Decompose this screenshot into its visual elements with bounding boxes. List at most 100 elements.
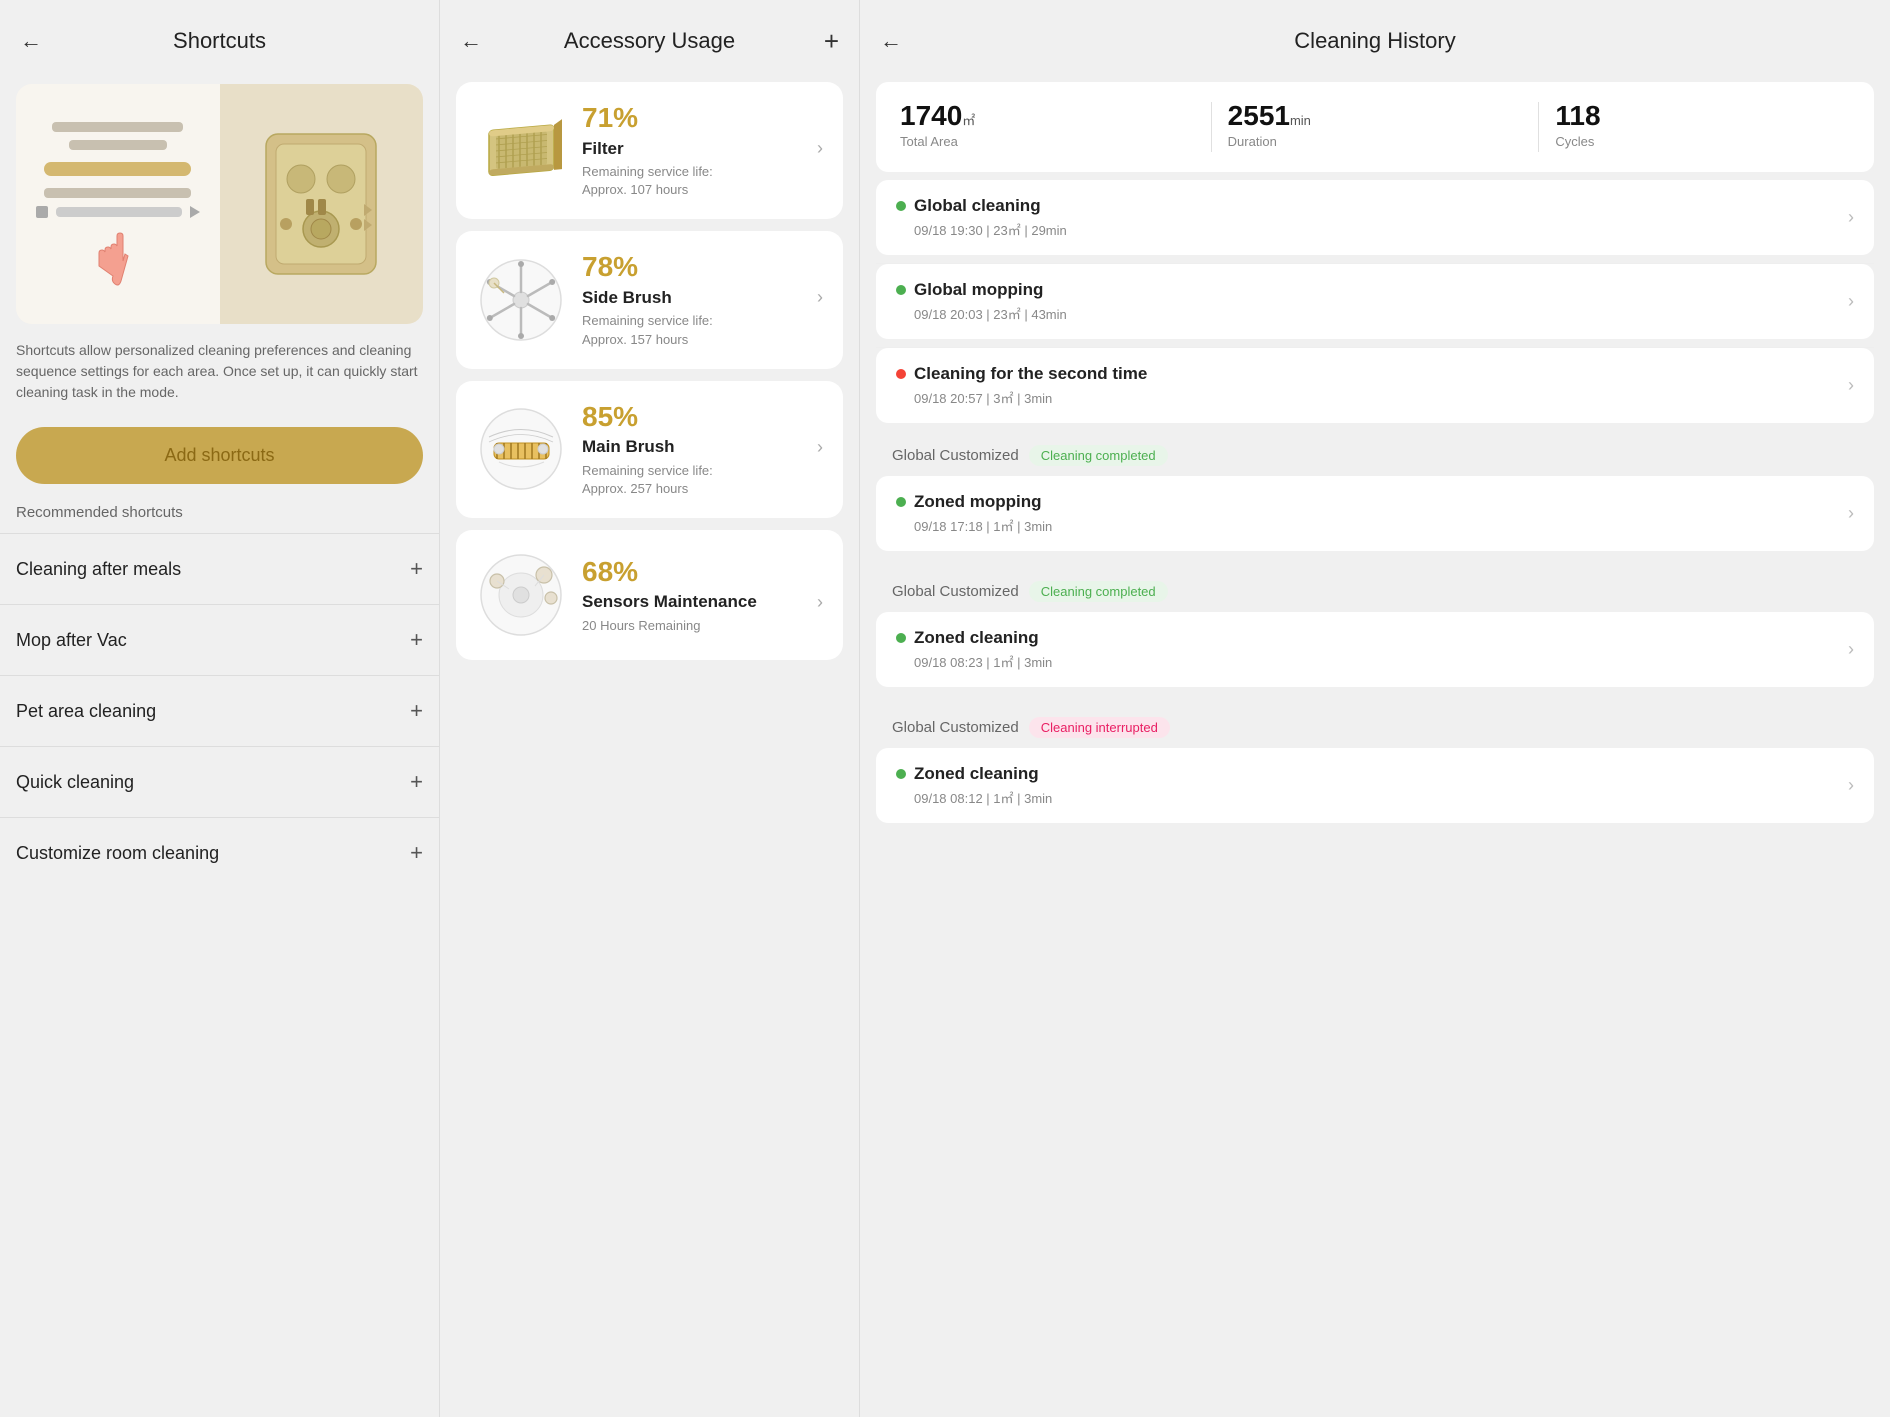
mock-icon-1 <box>36 206 48 218</box>
filter-icon <box>479 116 564 186</box>
cycles-value: 118 <box>1555 102 1850 130</box>
accessory-add-button[interactable]: + <box>824 26 839 57</box>
shortcuts-panel: ← Shortcuts <box>0 0 440 1417</box>
accessory-chevron-icon: › <box>817 592 823 613</box>
mock-bar-3 <box>44 188 191 198</box>
mock-control-row <box>36 206 200 218</box>
history-card-content: Zoned cleaning 09/18 08:23 | 1㎡ | 3min <box>896 628 1052 671</box>
total-area-value: 1740㎡ <box>900 102 1195 130</box>
add-shortcuts-button[interactable]: Add shortcuts <box>16 427 423 484</box>
shortcuts-illustration-left <box>16 84 220 324</box>
group-badge: Cleaning interrupted <box>1029 717 1170 738</box>
history-entry-meta: 09/18 19:30 | 23㎡ | 29min <box>896 220 1067 239</box>
accessory-info-side-brush: 78% Side Brush › Remaining service life:… <box>582 251 823 348</box>
history-entry-name: Zoned cleaning <box>914 764 1039 784</box>
accessory-description: Remaining service life:Approx. 257 hours <box>582 462 823 498</box>
stat-divider-2 <box>1538 102 1539 152</box>
mock-bar-1 <box>52 122 183 132</box>
accessory-name-row: Sensors Maintenance › <box>582 592 823 613</box>
history-card-content: Global cleaning 09/18 19:30 | 23㎡ | 29mi… <box>896 196 1067 239</box>
history-entry-name: Zoned mopping <box>914 492 1041 512</box>
history-panel: ← Cleaning History 1740㎡ Total Area 2551… <box>860 0 1890 1417</box>
shortcut-add-icon: + <box>410 698 423 724</box>
accessory-name-row: Side Brush › <box>582 287 823 308</box>
total-area-stat: 1740㎡ Total Area <box>900 102 1195 149</box>
history-group-header: Global Customized Cleaning completed <box>876 567 1874 612</box>
history-chevron-icon: › <box>1848 775 1854 796</box>
accessory-name-row: Filter › <box>582 138 823 159</box>
history-item[interactable]: Global mopping 09/18 20:03 | 23㎡ | 43min… <box>876 264 1874 339</box>
accessory-desc: Remaining service life:Approx. 157 hours <box>582 313 713 346</box>
shortcut-label: Pet area cleaning <box>16 701 156 722</box>
shortcut-label: Mop after Vac <box>16 630 127 651</box>
history-group-header: Global Customized Cleaning completed <box>876 431 1874 476</box>
history-back-button[interactable]: ← <box>880 28 902 54</box>
history-item[interactable]: Cleaning for the second time 09/18 20:57… <box>876 348 1874 423</box>
play-icon <box>190 206 200 218</box>
history-entry-meta: 09/18 08:23 | 1㎡ | 3min <box>896 652 1052 671</box>
mainbrush-icon <box>479 407 564 492</box>
history-card-content: Zoned cleaning 09/18 08:12 | 1㎡ | 3min <box>896 764 1052 807</box>
history-chevron-icon: › <box>1848 207 1854 228</box>
shortcut-add-icon: + <box>410 769 423 795</box>
accessory-desc: 20 Hours Remaining <box>582 618 701 633</box>
mock-highlight <box>44 162 191 176</box>
accessory-name: Main Brush <box>582 437 675 457</box>
shortcut-add-icon: + <box>410 840 423 866</box>
history-group-header: Global Customized Cleaning interrupted <box>876 703 1874 748</box>
accessory-card-sensors[interactable]: 68% Sensors Maintenance › 20 Hours Remai… <box>456 530 843 660</box>
status-dot <box>896 769 906 779</box>
history-item[interactable]: Zoned cleaning 09/18 08:12 | 1㎡ | 3min › <box>876 748 1874 823</box>
history-title-row: Zoned mopping <box>896 492 1052 512</box>
history-group-group-customized-3: Global Customized Cleaning interrupted Z… <box>876 703 1874 831</box>
history-item[interactable]: Zoned cleaning 09/18 08:23 | 1㎡ | 3min › <box>876 612 1874 687</box>
history-chevron-icon: › <box>1848 291 1854 312</box>
accessory-description: 20 Hours Remaining <box>582 617 823 635</box>
shortcuts-back-button[interactable]: ← <box>20 28 42 54</box>
accessory-card-side-brush[interactable]: 78% Side Brush › Remaining service life:… <box>456 231 843 368</box>
accessory-card-main-brush[interactable]: 85% Main Brush › Remaining service life:… <box>456 381 843 518</box>
accessory-list: 71% Filter › Remaining service life:Appr… <box>440 74 859 668</box>
history-item[interactable]: Zoned mopping 09/18 17:18 | 1㎡ | 3min › <box>876 476 1874 551</box>
hand-pointer-icon <box>93 226 143 286</box>
history-card-content: Zoned mopping 09/18 17:18 | 1㎡ | 3min <box>896 492 1052 535</box>
shortcut-item-customize-room-cleaning[interactable]: Customize room cleaning + <box>0 817 439 888</box>
shortcut-item-quick-cleaning[interactable]: Quick cleaning + <box>0 746 439 817</box>
history-group-group-customized-1: Global Customized Cleaning completed Zon… <box>876 431 1874 559</box>
shortcut-item-mop-after-vac[interactable]: Mop after Vac + <box>0 604 439 675</box>
accessory-card-filter[interactable]: 71% Filter › Remaining service life:Appr… <box>456 82 843 219</box>
accessory-desc: Remaining service life:Approx. 257 hours <box>582 463 713 496</box>
group-badge: Cleaning completed <box>1029 581 1168 602</box>
duration-stat: 2551min Duration <box>1228 102 1523 149</box>
history-title-row: Zoned cleaning <box>896 764 1052 784</box>
history-entry-name: Global cleaning <box>914 196 1041 216</box>
shortcut-item-cleaning-after-meals[interactable]: Cleaning after meals + <box>0 533 439 604</box>
status-dot <box>896 633 906 643</box>
history-entry-meta: 09/18 20:03 | 23㎡ | 43min <box>896 304 1067 323</box>
history-card-content: Cleaning for the second time 09/18 20:57… <box>896 364 1147 407</box>
accessory-name: Side Brush <box>582 288 672 308</box>
history-entry-name: Cleaning for the second time <box>914 364 1147 384</box>
duration-value: 2551min <box>1228 102 1523 130</box>
accessory-icon-main-brush <box>476 404 566 494</box>
shortcut-label: Quick cleaning <box>16 772 134 793</box>
mock-bar-2 <box>69 140 167 150</box>
accessory-panel: ← Accessory Usage + 71% Filter › Remaini… <box>440 0 860 1417</box>
accessory-description: Remaining service life:Approx. 107 hours <box>582 163 823 199</box>
accessory-info-main-brush: 85% Main Brush › Remaining service life:… <box>582 401 823 498</box>
accessory-chevron-icon: › <box>817 287 823 308</box>
recommended-label: Recommended shortcuts <box>0 504 439 533</box>
accessory-back-button[interactable]: ← <box>460 28 482 54</box>
shortcuts-illustration <box>16 84 423 324</box>
history-group-group-customized-2: Global Customized Cleaning completed Zon… <box>876 567 1874 695</box>
shortcut-label: Cleaning after meals <box>16 559 181 580</box>
shortcut-item-pet-area-cleaning[interactable]: Pet area cleaning + <box>0 675 439 746</box>
cycles-label: Cycles <box>1555 134 1850 149</box>
history-item[interactable]: Global cleaning 09/18 19:30 | 23㎡ | 29mi… <box>876 180 1874 255</box>
mock-bar-4 <box>56 207 182 217</box>
shortcut-add-icon: + <box>410 556 423 582</box>
accessory-percent: 68% <box>582 556 823 588</box>
status-dot <box>896 285 906 295</box>
accessory-description: Remaining service life:Approx. 157 hours <box>582 312 823 348</box>
history-entry-name: Zoned cleaning <box>914 628 1039 648</box>
